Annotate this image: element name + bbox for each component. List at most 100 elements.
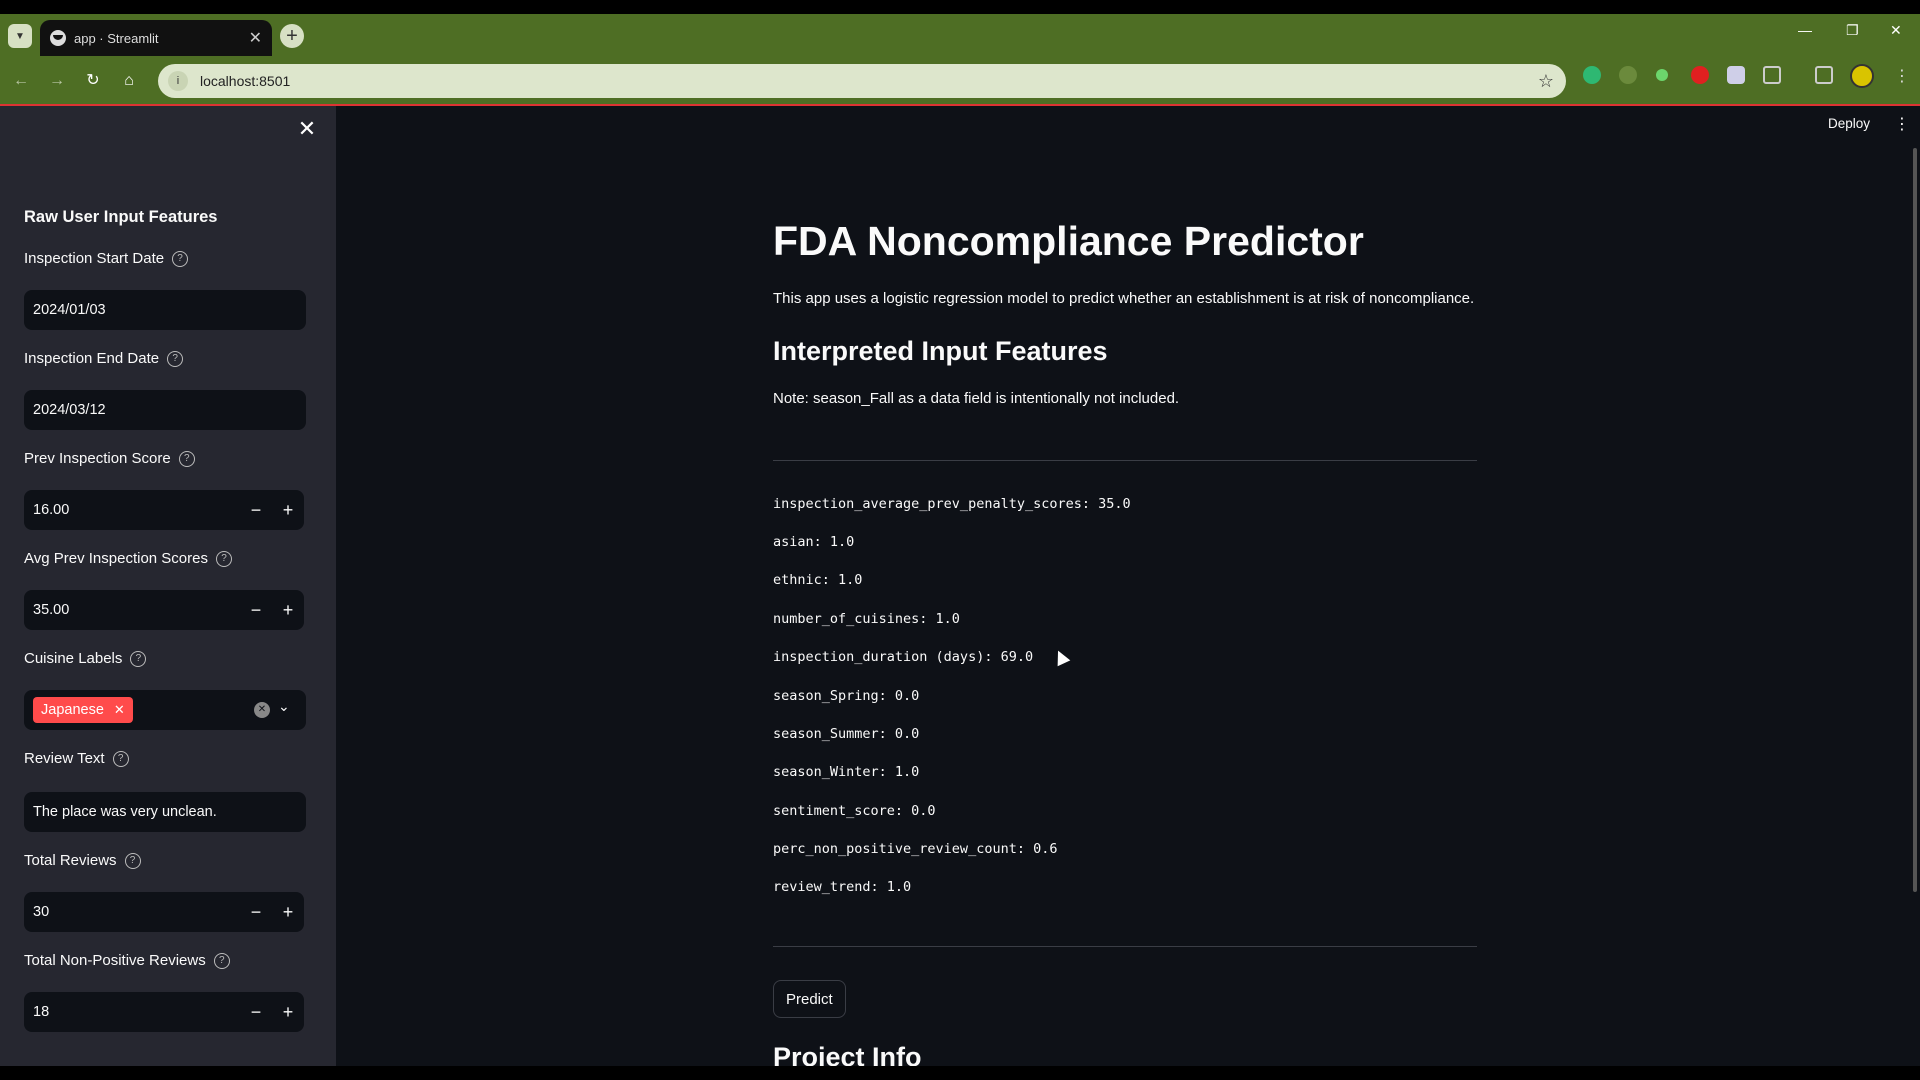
total-reviews-label: Total Reviews ? bbox=[24, 852, 141, 869]
start-date-label-text: Inspection Start Date bbox=[24, 250, 165, 267]
help-icon[interactable]: ? bbox=[112, 750, 129, 767]
total-reviews-label-text: Total Reviews bbox=[24, 852, 117, 869]
extension-grammarly-icon[interactable] bbox=[1583, 66, 1601, 84]
prev-score-label: Prev Inspection Score ? bbox=[24, 450, 195, 467]
start-date-input[interactable]: 2024/01/03 bbox=[24, 290, 306, 330]
forward-icon[interactable]: → bbox=[46, 70, 68, 92]
tab-title: app · Streamlit bbox=[74, 30, 159, 46]
decrement-button[interactable]: − bbox=[240, 590, 272, 630]
feature-line: asian: 1.0 bbox=[773, 534, 855, 550]
new-tab-button[interactable]: + bbox=[280, 24, 304, 48]
avg-prev-label: Avg Prev Inspection Scores ? bbox=[24, 550, 232, 567]
url-text[interactable]: localhost:8501 bbox=[200, 73, 1538, 89]
project-info-heading: Project Info bbox=[773, 1042, 922, 1066]
main-menu-icon[interactable]: ⋮ bbox=[1894, 114, 1910, 134]
avg-prev-input[interactable]: 35.00 − + bbox=[24, 590, 304, 630]
feature-line: review_trend: 1.0 bbox=[773, 879, 912, 895]
remove-tag-icon[interactable]: ✕ bbox=[114, 702, 125, 718]
increment-button[interactable]: + bbox=[272, 992, 304, 1032]
extension-icon[interactable] bbox=[1619, 66, 1637, 84]
total-reviews-value[interactable]: 30 bbox=[24, 904, 240, 920]
sidebar: ✕ Raw User Input Features Inspection Sta… bbox=[0, 106, 336, 1066]
decrement-button[interactable]: − bbox=[240, 490, 272, 530]
bookmark-star-icon[interactable]: ☆ bbox=[1538, 71, 1554, 92]
help-icon[interactable]: ? bbox=[213, 952, 230, 969]
review-text-label-text: Review Text bbox=[24, 750, 105, 767]
home-icon[interactable]: ⌂ bbox=[118, 70, 140, 92]
address-bar[interactable]: i localhost:8501 ☆ bbox=[158, 64, 1566, 98]
minimize-icon[interactable]: — bbox=[1798, 22, 1812, 38]
feature-line: season_Winter: 1.0 bbox=[773, 764, 920, 780]
cuisine-multiselect[interactable]: Japanese ✕ ✕ ⌄ bbox=[24, 690, 306, 730]
profile-avatar[interactable] bbox=[1850, 64, 1874, 88]
non-positive-label: Total Non-Positive Reviews ? bbox=[24, 952, 230, 969]
avg-prev-label-text: Avg Prev Inspection Scores bbox=[24, 550, 208, 567]
extension-red-icon[interactable] bbox=[1691, 66, 1709, 84]
non-positive-input[interactable]: 18 − + bbox=[24, 992, 304, 1032]
help-icon[interactable]: ? bbox=[124, 852, 141, 869]
main-content: Deploy ⋮ FDA Noncompliance Predictor Thi… bbox=[336, 106, 1920, 1066]
cuisine-tag-label: Japanese bbox=[41, 702, 104, 718]
feature-line: inspection_average_prev_penalty_scores: … bbox=[773, 496, 1131, 512]
start-date-label: Inspection Start Date ? bbox=[24, 250, 189, 267]
predict-button[interactable]: Predict bbox=[773, 980, 846, 1018]
bottom-bar bbox=[0, 1066, 1920, 1080]
scrollbar[interactable] bbox=[1913, 148, 1917, 892]
side-panel-icon[interactable] bbox=[1815, 66, 1833, 84]
non-positive-label-text: Total Non-Positive Reviews bbox=[24, 952, 206, 969]
increment-button[interactable]: + bbox=[272, 590, 304, 630]
feature-line: inspection_duration (days): 69.0 bbox=[773, 649, 1034, 665]
chevron-down-icon: ▼ bbox=[15, 30, 25, 42]
feature-line: season_Spring: 0.0 bbox=[773, 688, 920, 704]
help-icon[interactable]: ? bbox=[167, 350, 184, 367]
prev-score-label-text: Prev Inspection Score bbox=[24, 450, 171, 467]
help-icon[interactable]: ? bbox=[130, 650, 147, 667]
help-icon[interactable]: ? bbox=[178, 450, 195, 467]
extensions-puzzle-icon[interactable] bbox=[1763, 66, 1781, 84]
close-sidebar-icon[interactable]: ✕ bbox=[296, 118, 318, 140]
browser-chrome: ▼ app · Streamlit ✕ + — ❐ ✕ ← → ↻ ⌂ i lo… bbox=[0, 14, 1920, 106]
help-icon[interactable]: ? bbox=[172, 250, 189, 267]
page-description: This app uses a logistic regression mode… bbox=[773, 290, 1475, 307]
browser-tab[interactable]: app · Streamlit ✕ bbox=[40, 20, 272, 56]
end-date-input[interactable]: 2024/03/12 bbox=[24, 390, 306, 430]
reload-icon[interactable]: ↻ bbox=[82, 70, 104, 92]
decrement-button[interactable]: − bbox=[240, 892, 272, 932]
prev-score-input[interactable]: 16.00 − + bbox=[24, 490, 304, 530]
increment-button[interactable]: + bbox=[272, 892, 304, 932]
sidebar-title: Raw User Input Features bbox=[24, 208, 218, 226]
cuisine-tag[interactable]: Japanese ✕ bbox=[33, 697, 133, 723]
feature-line: number_of_cuisines: 1.0 bbox=[773, 611, 960, 627]
review-text-label: Review Text ? bbox=[24, 750, 129, 767]
clear-all-icon[interactable]: ✕ bbox=[254, 702, 270, 718]
end-date-label: Inspection End Date ? bbox=[24, 350, 184, 367]
browser-menu-icon[interactable]: ⋮ bbox=[1894, 66, 1910, 86]
streamlit-favicon-icon bbox=[50, 30, 66, 46]
feature-line: perc_non_positive_review_count: 0.6 bbox=[773, 841, 1058, 857]
prev-score-value[interactable]: 16.00 bbox=[24, 502, 240, 518]
tab-search-button[interactable]: ▼ bbox=[8, 24, 32, 48]
divider bbox=[773, 460, 1477, 461]
extension-dot-icon[interactable] bbox=[1656, 69, 1668, 81]
close-tab-icon[interactable]: ✕ bbox=[249, 28, 262, 48]
increment-button[interactable]: + bbox=[272, 490, 304, 530]
back-icon[interactable]: ← bbox=[10, 70, 32, 92]
feature-line: season_Summer: 0.0 bbox=[773, 726, 920, 742]
chevron-down-icon[interactable]: ⌄ bbox=[278, 698, 290, 715]
help-icon[interactable]: ? bbox=[215, 550, 232, 567]
non-positive-value[interactable]: 18 bbox=[24, 1004, 240, 1020]
window-close-icon[interactable]: ✕ bbox=[1890, 22, 1902, 39]
cuisine-label-text: Cuisine Labels bbox=[24, 650, 123, 667]
site-info-icon[interactable]: i bbox=[168, 71, 188, 91]
restore-icon[interactable]: ❐ bbox=[1846, 22, 1859, 39]
review-text-input[interactable]: The place was very unclean. bbox=[24, 792, 306, 832]
tab-bar: ▼ app · Streamlit ✕ + — ❐ ✕ bbox=[0, 14, 1920, 56]
feature-line: ethnic: 1.0 bbox=[773, 572, 863, 588]
feature-line: sentiment_score: 0.0 bbox=[773, 803, 936, 819]
total-reviews-input[interactable]: 30 − + bbox=[24, 892, 304, 932]
end-date-label-text: Inspection End Date bbox=[24, 350, 160, 367]
extension-purple-icon[interactable] bbox=[1727, 66, 1745, 84]
deploy-button[interactable]: Deploy bbox=[1828, 116, 1870, 131]
decrement-button[interactable]: − bbox=[240, 992, 272, 1032]
avg-prev-value[interactable]: 35.00 bbox=[24, 602, 240, 618]
